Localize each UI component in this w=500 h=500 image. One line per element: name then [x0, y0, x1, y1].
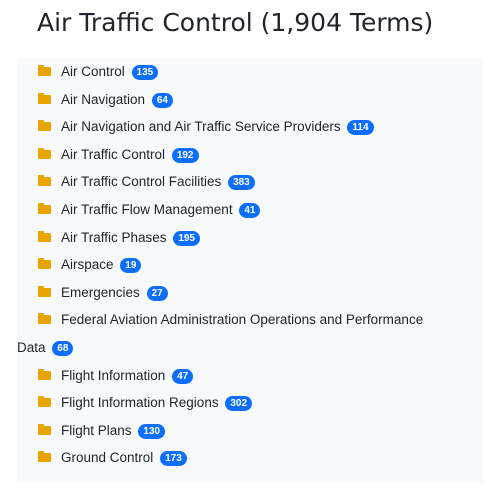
list-item: Airspace 19: [38, 251, 478, 279]
count-badge: 19: [120, 258, 142, 274]
list-item: Flight Information Regions 302: [38, 389, 478, 417]
folder-icon: [38, 120, 51, 132]
list-item: Flight Information 47: [38, 362, 478, 390]
count-badge: 68: [52, 340, 74, 356]
list-item: Air Navigation 64: [38, 86, 478, 114]
category-link[interactable]: Air Traffic Control Facilities: [61, 174, 221, 189]
category-link[interactable]: Flight Information Regions: [61, 395, 219, 410]
category-link[interactable]: Federal Aviation Administration Operatio…: [17, 312, 424, 355]
folder-icon: [38, 396, 51, 408]
count-badge: 41: [239, 202, 261, 218]
folder-icon: [38, 451, 51, 463]
count-badge: 195: [173, 230, 200, 246]
count-badge: 47: [172, 368, 194, 384]
folder-icon: [38, 202, 51, 214]
folder-icon: [38, 230, 51, 242]
folder-icon: [38, 175, 51, 187]
list-item: Air Traffic Phases 195: [38, 224, 478, 252]
category-link[interactable]: Flight Plans: [61, 423, 132, 438]
list-item: Air Traffic Control Facilities 383: [38, 168, 478, 196]
category-link[interactable]: Air Navigation: [61, 92, 145, 107]
folder-icon: [38, 147, 51, 159]
folder-icon: [38, 258, 51, 270]
category-link[interactable]: Ground Control: [61, 450, 153, 465]
count-badge: 302: [225, 396, 253, 412]
category-link[interactable]: Flight Information: [61, 368, 165, 383]
category-label: Federal Aviation Administration Operatio…: [61, 312, 424, 328]
count-badge: 135: [131, 65, 159, 80]
list-item: Air Navigation and Air Traffic Service P…: [38, 113, 478, 141]
list-item: Flight Plans 130: [38, 417, 478, 445]
category-link[interactable]: Air Control: [61, 64, 125, 79]
folder-icon: [38, 423, 51, 435]
list-item: Ground Control 173: [38, 444, 478, 472]
category-link[interactable]: Air Navigation and Air Traffic Service P…: [61, 119, 341, 134]
folder-icon: [38, 65, 51, 76]
list-item: Air Traffic Flow Management 41: [38, 196, 478, 224]
category-link[interactable]: Air Traffic Phases: [61, 230, 167, 245]
folder-icon: [38, 313, 51, 325]
category-link[interactable]: Emergencies: [61, 285, 140, 300]
count-badge: 130: [138, 423, 165, 439]
count-badge: 383: [228, 175, 255, 191]
folder-icon: [38, 368, 51, 380]
folder-icon: [38, 92, 51, 104]
count-badge: 64: [151, 92, 173, 108]
list-item: Air Traffic Control 192: [38, 141, 478, 169]
count-badge: 173: [160, 451, 187, 467]
category-label-continuation: Data: [17, 339, 46, 355]
category-link[interactable]: Airspace: [61, 257, 114, 272]
list-item: Emergencies 27: [38, 279, 478, 307]
category-link[interactable]: Air Traffic Control: [61, 147, 165, 162]
category-panel: Air Control 135 Air Navigation 64 Air Na…: [17, 58, 483, 482]
folder-icon: [38, 285, 51, 297]
count-badge: 192: [171, 147, 199, 163]
category-list: Air Control 135 Air Navigation 64 Air Na…: [17, 58, 478, 472]
page-title: Air Traffic Control (1,904 Terms): [37, 8, 434, 37]
count-badge: 27: [146, 285, 168, 301]
list-item: Air Control 135: [38, 58, 478, 86]
category-link[interactable]: Air Traffic Flow Management: [61, 202, 233, 217]
count-badge: 114: [347, 120, 374, 136]
list-item: Federal Aviation Administration Operatio…: [17, 306, 478, 361]
